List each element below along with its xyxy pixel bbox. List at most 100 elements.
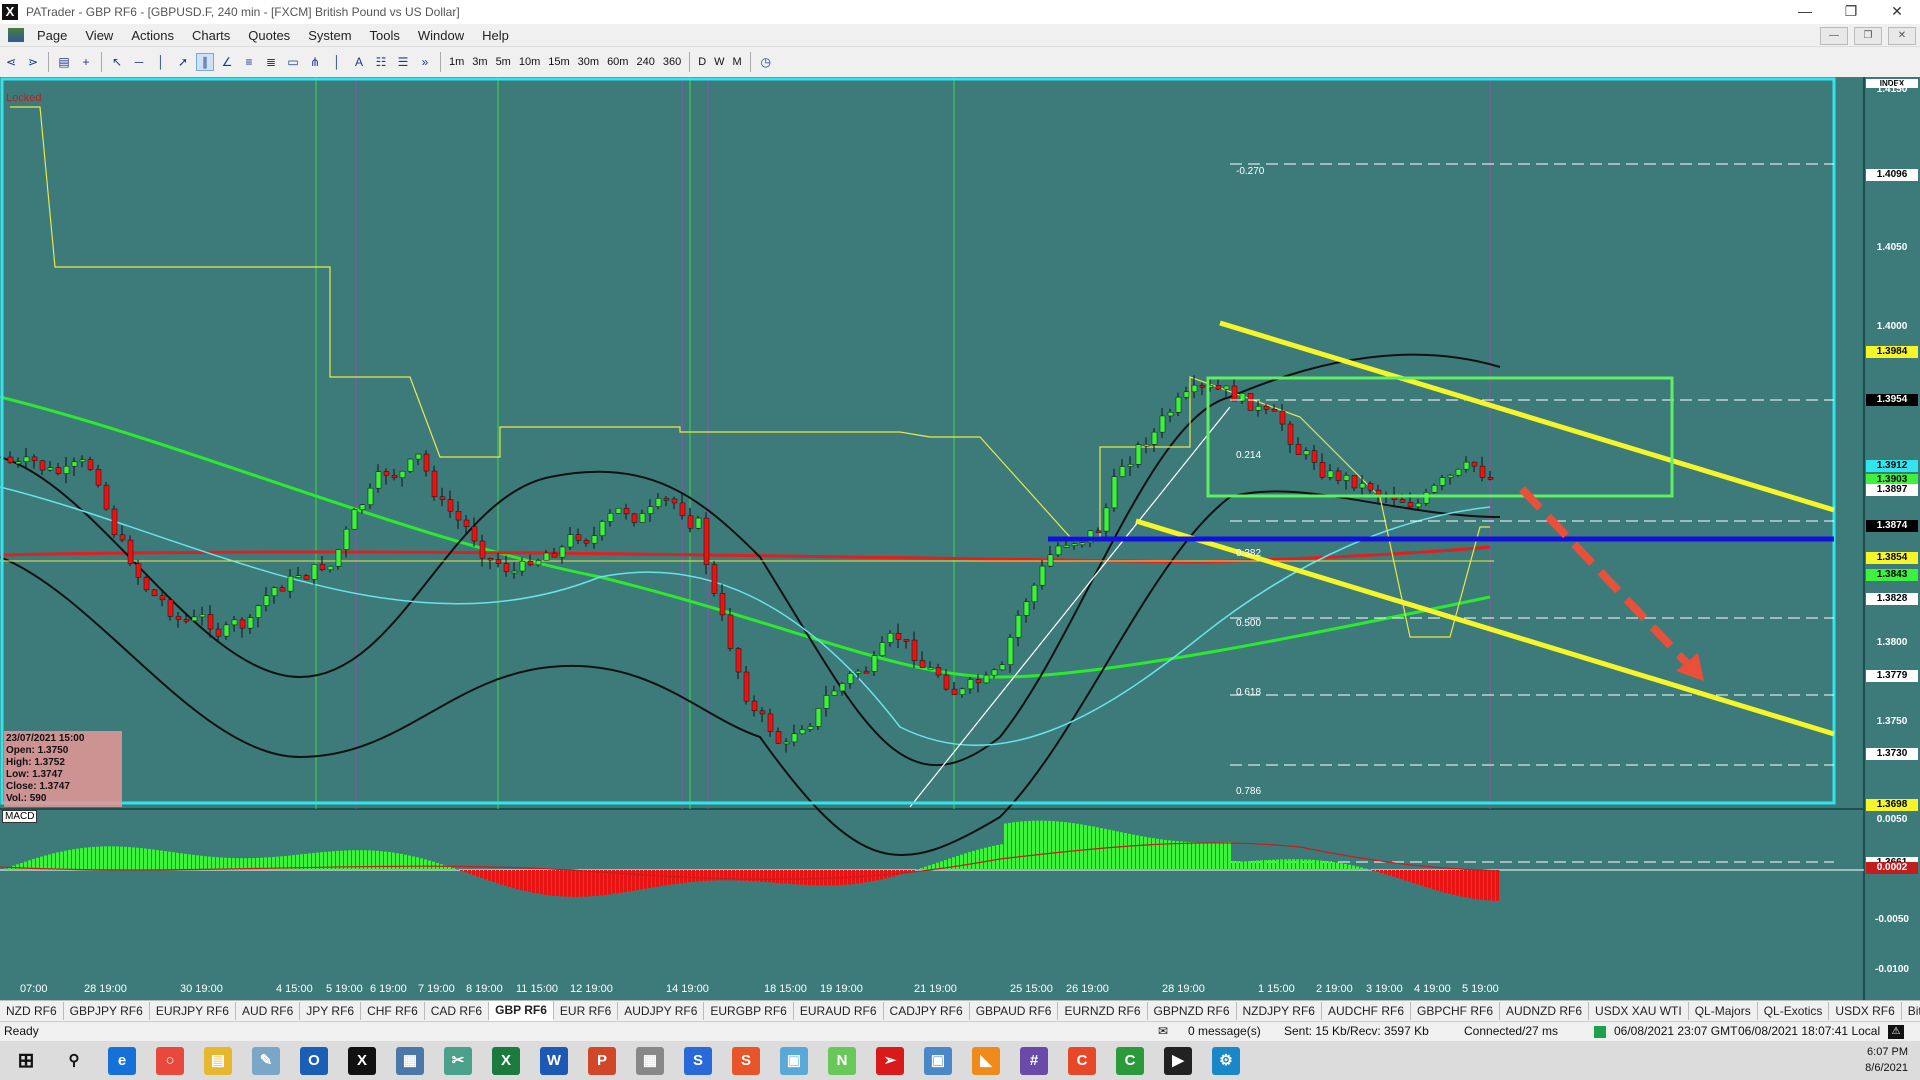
mail-icon[interactable]: ✉ [1158,1024,1168,1038]
timeframe-5m[interactable]: 5m [492,56,515,68]
tab-aud-rf6[interactable]: AUD RF6 [236,1002,301,1020]
tab-eurgbp-rf6[interactable]: EURGBP RF6 [704,1002,794,1020]
network-app-icon[interactable]: ▣ [924,1046,952,1075]
fibonacci-retracement-icon[interactable]: ≡ [240,53,258,71]
terminal-icon[interactable]: ▶ [1164,1046,1192,1075]
horizontal-line-icon[interactable]: ─ [130,53,148,71]
more-tools-icon[interactable]: » [416,53,434,71]
menu-tools[interactable]: Tools [361,28,409,43]
bird-app-icon[interactable]: ➢ [876,1046,904,1075]
chart-type-icon[interactable]: ▤ [55,53,73,71]
close-icon[interactable]: ✕ [1874,0,1920,24]
text-tool-icon[interactable]: A [350,53,368,71]
mdi-restore-icon[interactable]: ❐ [1854,27,1882,45]
time-zones-icon[interactable]: │ [328,53,346,71]
tab-nzd-rf6[interactable]: NZD RF6 [0,1002,64,1020]
patrader-icon[interactable]: X [348,1046,376,1075]
slack-icon[interactable]: # [1020,1046,1048,1075]
tab-cadjpy-rf6[interactable]: CADJPY RF6 [884,1002,970,1020]
tab-usdx-rf6[interactable]: USDX RF6 [1829,1002,1902,1020]
tab-eurnzd-rf6[interactable]: EURNZD RF6 [1058,1002,1148,1020]
remote-desktop-icon[interactable]: ▣ [780,1046,808,1075]
tab-audchf-rf6[interactable]: AUDCHF RF6 [1322,1002,1411,1020]
tab-gbp-rf6[interactable]: GBP RF6 [489,1001,554,1021]
tab-nzdjpy-rf6[interactable]: NZDJPY RF6 [1237,1002,1322,1020]
restore-icon[interactable]: ❐ [1828,0,1874,24]
crosshair-icon[interactable]: + [77,53,95,71]
timeframe-30m[interactable]: 30m [574,56,603,68]
chart-app-icon[interactable]: ◣ [972,1046,1000,1075]
word-icon[interactable]: W [540,1046,568,1075]
tab-ql-exotics[interactable]: QL-Exotics [1758,1002,1830,1020]
tab-eur-rf6[interactable]: EUR RF6 [554,1002,619,1020]
app-icon-c[interactable]: C [1068,1046,1096,1075]
minimize-icon[interactable]: — [1782,0,1828,24]
outlook-icon[interactable]: O [300,1046,328,1075]
settings-app-icon[interactable]: ⚙ [1212,1046,1240,1075]
search-icon[interactable]: ⚲ [60,1047,88,1075]
menu-page[interactable]: Page [28,28,76,43]
tab-eurjpy-rf6[interactable]: EURJPY RF6 [150,1002,236,1020]
unlink-chart-icon[interactable]: ⋗ [24,53,42,71]
chrome-icon[interactable]: ○ [156,1046,184,1075]
link-chart-icon[interactable]: ⋖ [2,53,20,71]
price-chart[interactable] [0,77,1920,1007]
delete-drawings-icon[interactable]: ☰ [394,53,412,71]
menu-view[interactable]: View [76,28,122,43]
menu-help[interactable]: Help [473,28,518,43]
tab-ql-majors[interactable]: QL-Majors [1689,1002,1758,1020]
file-explorer-icon[interactable]: ▤ [204,1046,232,1075]
tab-usdx-xau-wti[interactable]: USDX XAU WTI [1589,1002,1689,1020]
chart-menu-icon[interactable] [8,28,24,42]
timeframe-weekly[interactable]: W [710,56,728,68]
tab-cad-rf6[interactable]: CAD RF6 [425,1002,490,1020]
calculator-icon[interactable]: ▦ [396,1046,424,1075]
excel-icon[interactable]: X [492,1046,520,1075]
timeframe-3m[interactable]: 3m [468,56,491,68]
vertical-line-icon[interactable]: │ [152,53,170,71]
timeframe-240[interactable]: 240 [632,56,658,68]
tab-euraud-rf6[interactable]: EURAUD RF6 [794,1002,884,1020]
system-clock[interactable]: 6:07 PM 8/6/2021 [1865,1044,1908,1076]
channel-tool-icon[interactable]: ∥ [196,53,214,71]
tab-chf-rf6[interactable]: CHF RF6 [361,1002,425,1020]
mdi-minimize-icon[interactable]: — [1820,27,1848,45]
app-icon-generic[interactable]: ▦ [636,1046,664,1075]
menu-quotes[interactable]: Quotes [239,28,299,43]
tab-jpy-rf6[interactable]: JPY RF6 [300,1002,362,1020]
nvidia-icon[interactable]: N [828,1046,856,1075]
clock-icon[interactable]: ◷ [757,53,775,71]
timeframe-360[interactable]: 360 [659,56,685,68]
fibonacci-fan-icon[interactable]: ∠ [218,53,236,71]
pitchfork-icon[interactable]: ⋔ [306,53,324,71]
windows-start-icon[interactable]: ⊞ [12,1047,40,1075]
trendline-icon[interactable]: ➚ [174,53,192,71]
app-icon-c-green[interactable]: C [1116,1046,1144,1075]
smartsheet-icon[interactable]: S [732,1046,760,1075]
timeframe-60m[interactable]: 60m [603,56,632,68]
menu-window[interactable]: Window [409,28,473,43]
skype-icon[interactable]: S [684,1046,712,1075]
mdi-close-icon[interactable]: ✕ [1888,27,1916,45]
tab-gbpnzd-rf6[interactable]: GBPNZD RF6 [1148,1002,1237,1020]
fibonacci-extension-icon[interactable]: ≣ [262,53,280,71]
tab-audnzd-rf6[interactable]: AUDNZD RF6 [1500,1002,1590,1020]
timeframe-monthly[interactable]: M [729,56,746,68]
menu-system[interactable]: System [299,28,360,43]
notepad-icon[interactable]: ✎ [252,1046,280,1075]
tab-gbpjpy-rf6[interactable]: GBPJPY RF6 [64,1002,150,1020]
tab-gbpchf-rf6[interactable]: GBPCHF RF6 [1411,1002,1501,1020]
timeframe-1m[interactable]: 1m [445,56,468,68]
timeframe-10m[interactable]: 10m [515,56,544,68]
menu-actions[interactable]: Actions [122,28,183,43]
snipping-tool-icon[interactable]: ✂ [444,1046,472,1075]
edge-icon[interactable]: e [108,1046,136,1075]
timeframe-15m[interactable]: 15m [544,56,573,68]
powerpoint-icon[interactable]: P [588,1046,616,1075]
menu-charts[interactable]: Charts [183,28,239,43]
timeframe-daily[interactable]: D [694,56,710,68]
pointer-icon[interactable]: ↖ [108,53,126,71]
tab-gbpaud-rf6[interactable]: GBPAUD RF6 [970,1002,1059,1020]
tab-bitcoin[interactable]: Bitcoin [1902,1002,1920,1020]
rectangle-tool-icon[interactable]: ▭ [284,53,302,71]
